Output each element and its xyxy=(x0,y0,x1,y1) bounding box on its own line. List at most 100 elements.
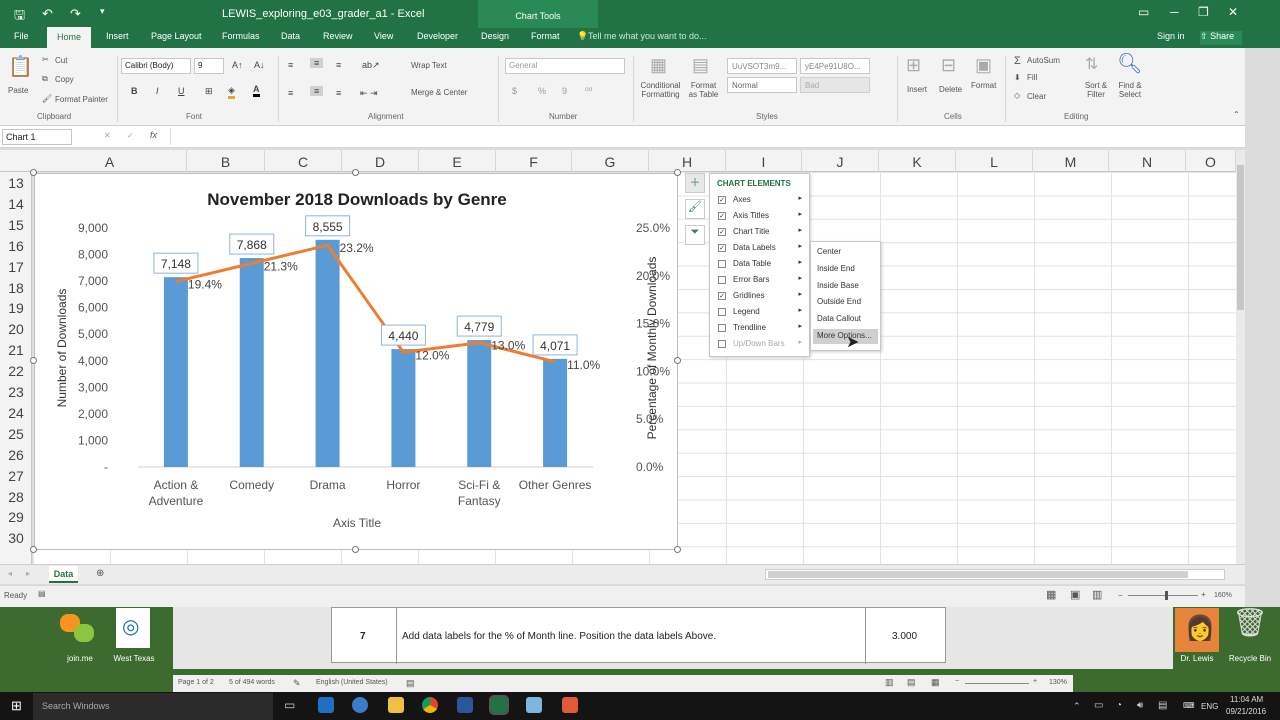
chart-filters-button[interactable]: ⏷ xyxy=(685,225,705,245)
borders-icon[interactable]: ⊞ xyxy=(205,86,213,97)
indent-icon[interactable]: ⇤ ⇥ xyxy=(360,88,378,99)
chart-title[interactable]: November 2018 Downloads by Genre xyxy=(207,190,507,209)
tab-home[interactable]: Home xyxy=(47,27,91,48)
bar-data-label[interactable]: 8,555 xyxy=(313,220,343,234)
submenu-arrow-icon[interactable]: ▸ xyxy=(798,258,802,266)
chart-element-error-bars[interactable]: Error Bars ▸ xyxy=(716,274,808,289)
language-indicator[interactable]: ENG xyxy=(1201,702,1218,711)
submenu-arrow-icon[interactable]: ▸ xyxy=(798,338,802,346)
word-zoom-slider[interactable] xyxy=(965,683,1029,684)
bar-data-label[interactable]: 7,868 xyxy=(237,238,267,252)
column-header-n[interactable]: N xyxy=(1109,150,1186,172)
chart-element-up-down-bars[interactable]: Up/Down Bars ▸ xyxy=(716,338,808,353)
top-align-icon[interactable]: ≡ xyxy=(288,60,293,70)
west-texas-icon[interactable]: ◎ xyxy=(116,608,150,648)
tab-format[interactable]: Format xyxy=(531,31,560,41)
word-icon[interactable] xyxy=(457,697,473,713)
bar-3[interactable] xyxy=(391,349,416,467)
snagit-icon[interactable] xyxy=(562,697,578,713)
insert-cells-icon[interactable]: ⊞ xyxy=(906,55,921,76)
line-data-label[interactable]: 21.3% xyxy=(264,259,298,273)
shrink-font-icon[interactable]: A↓ xyxy=(254,60,265,70)
style-bad[interactable]: Bad xyxy=(800,77,870,93)
italic-button[interactable]: I xyxy=(156,86,159,96)
sort-filter-button[interactable]: Sort & Filter xyxy=(1081,81,1111,99)
formula-input[interactable] xyxy=(170,128,1240,145)
wifi-icon[interactable]: ◔ xyxy=(1116,700,1122,711)
style-cell-1[interactable]: UuVSOT3m9... xyxy=(727,58,797,74)
column-header-o[interactable]: O xyxy=(1186,150,1236,172)
currency-button[interactable]: $ xyxy=(512,86,517,96)
excel-icon[interactable] xyxy=(489,695,509,715)
data-labels-option-data-callout[interactable]: Data Callout xyxy=(813,312,878,327)
tab-design[interactable]: Design xyxy=(481,31,509,41)
row-header-30[interactable]: 30 xyxy=(0,530,32,553)
clock-time[interactable]: 11:04 AM xyxy=(1230,695,1263,704)
bar-1[interactable] xyxy=(239,258,264,467)
submenu-arrow-icon[interactable]: ▸ xyxy=(798,290,802,298)
format-cells-icon[interactable]: ▣ xyxy=(975,55,992,76)
submenu-arrow-icon[interactable]: ▸ xyxy=(798,210,802,218)
ime-icon[interactable]: ⌨ xyxy=(1183,701,1195,710)
bar-data-label[interactable]: 7,148 xyxy=(161,257,191,271)
share-button[interactable]: ⇧ Share xyxy=(1200,31,1242,45)
new-sheet-icon[interactable]: ⊕ xyxy=(96,568,104,579)
submenu-arrow-icon[interactable]: ▸ xyxy=(798,194,802,202)
format-painter-button[interactable]: Format Painter xyxy=(55,95,108,104)
resize-handle[interactable] xyxy=(352,546,359,553)
row-header-22[interactable]: 22 xyxy=(0,363,32,386)
horizontal-scroll-thumb[interactable] xyxy=(768,571,1188,578)
tab-view[interactable]: View xyxy=(374,31,393,41)
checkbox[interactable]: ✓ xyxy=(718,292,726,300)
checkbox[interactable] xyxy=(718,260,726,268)
column-header-m[interactable]: M xyxy=(1033,150,1109,172)
orientation-icon[interactable]: ab↗ xyxy=(362,60,380,71)
format-as-table-icon[interactable]: ▤ xyxy=(692,55,709,76)
app-icon[interactable] xyxy=(526,697,542,713)
chart-styles-button[interactable]: 🖌 xyxy=(685,199,705,219)
conditional-formatting-icon[interactable]: ▦ xyxy=(650,55,667,76)
submenu-arrow-icon[interactable]: ▸ xyxy=(798,274,802,282)
submenu-arrow-icon[interactable]: ▸ xyxy=(798,322,802,330)
line-data-label[interactable]: 19.4% xyxy=(188,278,222,292)
format-as-table-button[interactable]: Format as Table xyxy=(686,81,721,99)
search-box[interactable]: Search Windows xyxy=(33,693,273,720)
column-header-i[interactable]: I xyxy=(726,150,802,172)
conditional-formatting-button[interactable]: Conditional Formatting xyxy=(638,81,683,99)
bar-data-label[interactable]: 4,071 xyxy=(540,339,570,353)
chart-element-legend[interactable]: Legend ▸ xyxy=(716,306,808,321)
task-view-icon[interactable]: ▭ xyxy=(284,698,295,712)
column-header-c[interactable]: C xyxy=(265,150,342,172)
row-header-14[interactable]: 14 xyxy=(0,196,32,219)
middle-align-icon[interactable]: ≡ xyxy=(310,58,324,68)
sort-filter-icon[interactable]: ⇅ xyxy=(1085,54,1098,74)
bar-5[interactable] xyxy=(543,358,568,467)
merge-center-button[interactable]: Merge & Center xyxy=(411,88,467,97)
tab-insert[interactable]: Insert xyxy=(106,31,129,41)
row-header-24[interactable]: 24 xyxy=(0,405,32,428)
west-texas-label[interactable]: West Texas xyxy=(108,654,160,663)
tab-developer[interactable]: Developer xyxy=(417,31,458,41)
bar-0[interactable] xyxy=(163,277,188,467)
minimize-icon[interactable]: ─ xyxy=(1170,5,1179,19)
row-header-23[interactable]: 23 xyxy=(0,384,32,407)
column-header-h[interactable]: H xyxy=(649,150,726,172)
format-cells-button[interactable]: Format xyxy=(971,81,996,90)
bar-2[interactable] xyxy=(315,239,340,467)
copy-button[interactable]: Copy xyxy=(55,75,74,84)
decimal-icon[interactable]: ⁰⁰ xyxy=(585,86,592,97)
row-header-29[interactable]: 29 xyxy=(0,509,32,532)
line-data-label[interactable]: 12.0% xyxy=(415,348,449,362)
column-header-b[interactable]: B xyxy=(187,150,265,172)
resize-handle[interactable] xyxy=(674,169,681,176)
row-header-26[interactable]: 26 xyxy=(0,447,32,470)
column-header-a[interactable]: A xyxy=(33,150,187,172)
font-color-icon[interactable]: A xyxy=(253,84,260,97)
delete-cells-button[interactable]: Delete xyxy=(939,85,962,94)
bar-data-label[interactable]: 4,440 xyxy=(388,329,418,343)
checkbox[interactable] xyxy=(718,324,726,332)
tab-file[interactable]: File xyxy=(14,31,29,41)
data-labels-option-outside-end[interactable]: Outside End xyxy=(813,295,878,310)
chart-element-data-table[interactable]: Data Table ▸ xyxy=(716,258,808,273)
zoom-out-icon[interactable]: − xyxy=(1118,591,1123,600)
